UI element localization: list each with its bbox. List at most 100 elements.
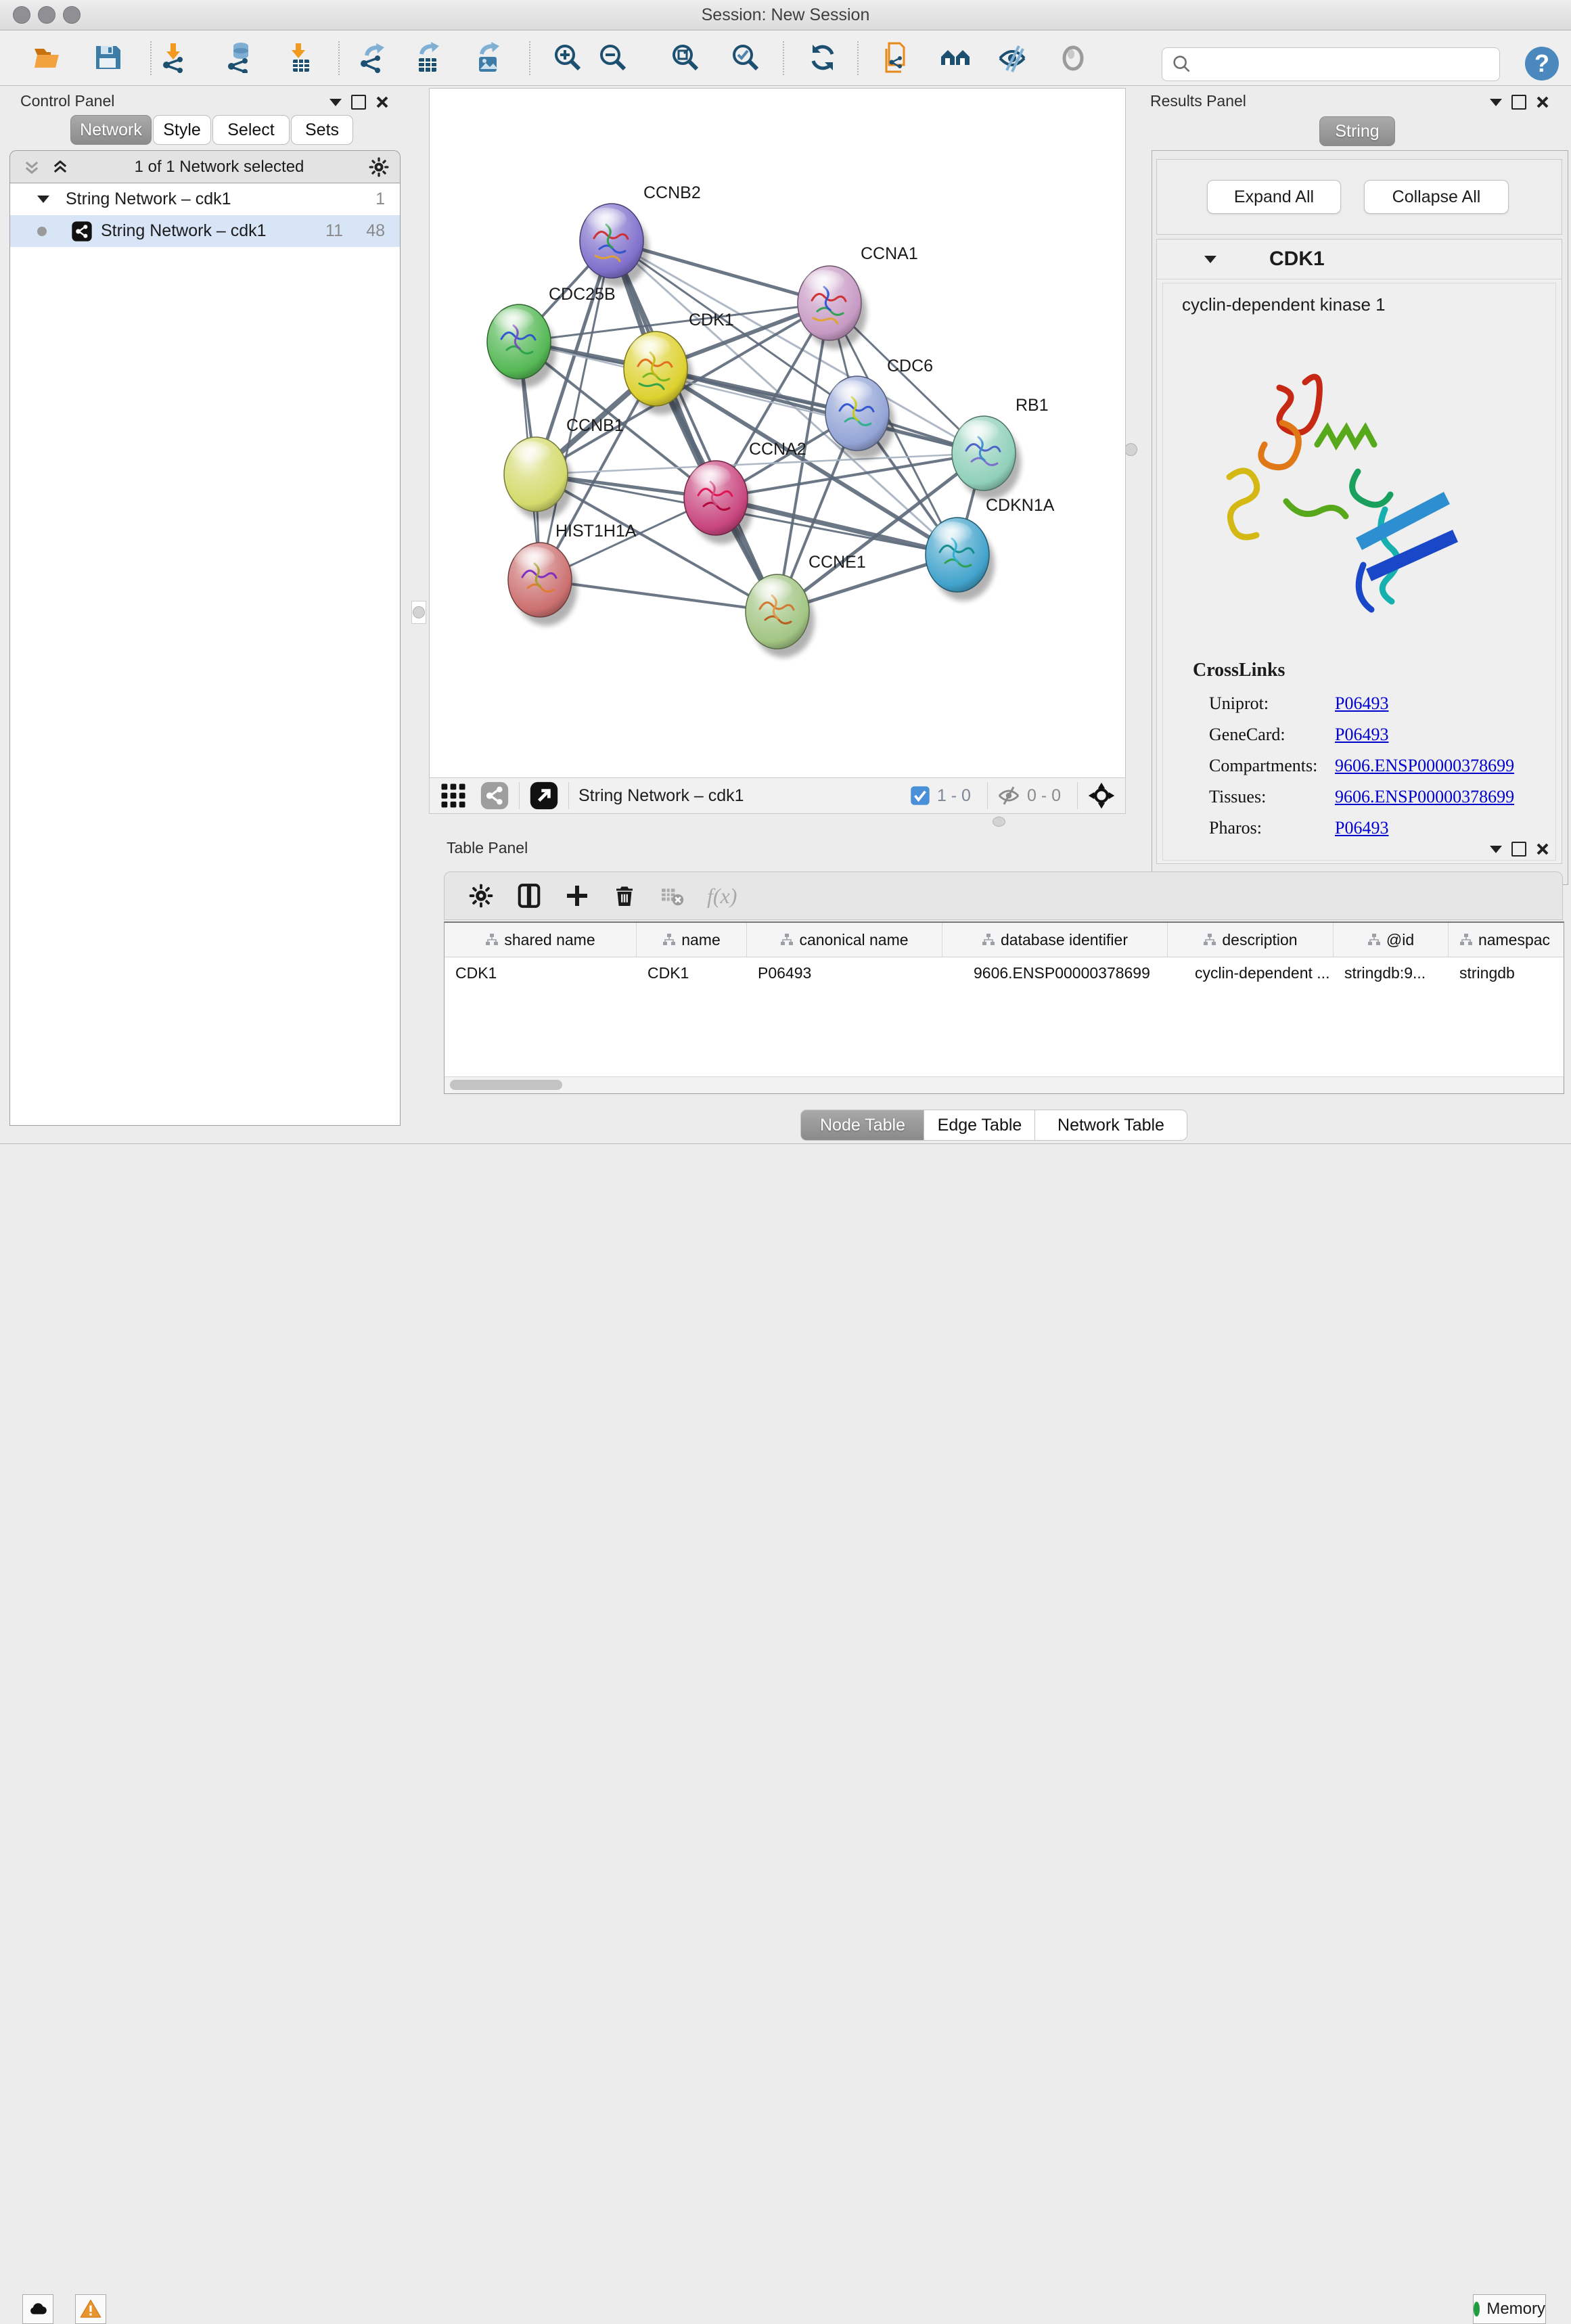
- column-header[interactable]: namespac: [1449, 923, 1561, 957]
- export-network-icon[interactable]: [354, 39, 392, 76]
- toolbar-separator: [857, 41, 859, 75]
- selected-checkbox-icon[interactable]: [910, 785, 930, 806]
- grid-view-icon[interactable]: [439, 781, 468, 810]
- splitter-left[interactable]: [411, 601, 426, 624]
- network-node-ccna1[interactable]: [798, 266, 867, 349]
- import-network-database-icon[interactable]: [221, 39, 259, 76]
- panel-menu-icon[interactable]: [1490, 99, 1502, 106]
- column-header[interactable]: canonical name: [747, 923, 942, 957]
- zoom-fit-icon[interactable]: [666, 39, 704, 76]
- zoom-selected-icon[interactable]: [727, 39, 765, 76]
- tab-select[interactable]: Select: [212, 115, 290, 145]
- new-network-from-selection-icon[interactable]: [879, 39, 917, 76]
- network-view-icon[interactable]: [480, 781, 509, 811]
- add-column-icon[interactable]: [565, 884, 589, 908]
- collapse-all-icon[interactable]: [22, 158, 41, 177]
- toolbar-separator: [783, 41, 784, 75]
- network-tree-child-row[interactable]: String Network – cdk1 11 48: [10, 215, 400, 247]
- column-type-icon: [1459, 933, 1473, 947]
- tab-network-table[interactable]: Network Table: [1034, 1110, 1187, 1141]
- save-session-icon[interactable]: [89, 39, 127, 76]
- delete-table-icon[interactable]: [660, 884, 684, 908]
- hidden-counts: 0 - 0: [1027, 786, 1061, 806]
- network-node-cdk1[interactable]: [624, 332, 693, 415]
- export-image-icon[interactable]: [469, 39, 507, 76]
- refresh-icon[interactable]: [804, 39, 842, 76]
- uniprot-link[interactable]: P06493: [1335, 693, 1388, 714]
- column-header[interactable]: name: [637, 923, 747, 957]
- select-columns-icon[interactable]: [516, 883, 542, 909]
- network-tree-root-row[interactable]: String Network – cdk1 1: [10, 183, 400, 215]
- detach-view-icon[interactable]: [529, 781, 559, 811]
- panel-menu-icon[interactable]: [329, 99, 342, 106]
- network-node-hist1h1a[interactable]: [508, 543, 577, 626]
- cloud-status-button[interactable]: [22, 2294, 53, 2324]
- panel-float-icon[interactable]: [1511, 95, 1526, 110]
- tree-expander-icon[interactable]: [37, 196, 49, 203]
- network-graph[interactable]: CCNB2CCNA1CDC25BCDK1CDC6RB1CCNB1CCNA2CDK…: [430, 89, 1125, 777]
- network-node-count: 11: [325, 221, 343, 241]
- network-node-ccnb2[interactable]: [580, 204, 649, 287]
- hide-selection-icon[interactable]: [994, 39, 1032, 76]
- column-header[interactable]: description: [1168, 923, 1334, 957]
- open-file-icon[interactable]: [28, 39, 66, 76]
- tab-string[interactable]: String: [1319, 116, 1395, 146]
- compartments-link[interactable]: 9606.ENSP00000378699: [1335, 756, 1514, 776]
- network-canvas[interactable]: CCNB2CCNA1CDC25BCDK1CDC6RB1CCNB1CCNA2CDK…: [429, 88, 1126, 778]
- table-panel: Table Panel f(x) shared name name canoni…: [433, 829, 1571, 1142]
- help-icon[interactable]: ?: [1525, 47, 1559, 81]
- protein-entry-body: cyclin-dependent kinase 1 CrossLinks Uni…: [1162, 283, 1556, 861]
- table-hscrollbar[interactable]: [445, 1076, 1564, 1093]
- panel-close-icon[interactable]: [1536, 842, 1549, 856]
- zoom-in-icon[interactable]: [549, 39, 587, 76]
- table-row[interactable]: CDK1 CDK1 P06493 9606.ENSP00000378699 cy…: [445, 957, 1564, 988]
- column-header[interactable]: @id: [1334, 923, 1449, 957]
- control-panel: Control Panel Network Style Select Sets …: [0, 85, 406, 1143]
- collapse-all-button[interactable]: Collapse All: [1364, 180, 1509, 214]
- crosslink-label: Compartments:: [1209, 756, 1317, 776]
- panel-close-icon[interactable]: [375, 95, 389, 109]
- zoom-out-icon[interactable]: [594, 39, 632, 76]
- expand-all-button[interactable]: Expand All: [1207, 180, 1341, 214]
- gear-icon[interactable]: [369, 157, 389, 177]
- protein-structure-image: [1204, 342, 1488, 633]
- splitter-bottom[interactable]: [993, 817, 1005, 827]
- panel-menu-icon[interactable]: [1490, 846, 1502, 853]
- network-node-rb1[interactable]: [952, 416, 1021, 499]
- expand-all-icon[interactable]: [51, 158, 70, 177]
- toolbar-search-input[interactable]: [1199, 50, 1499, 78]
- show-all-icon[interactable]: [1054, 39, 1092, 76]
- panel-float-icon[interactable]: [351, 95, 366, 110]
- hidden-eye-icon[interactable]: [997, 784, 1020, 807]
- column-header[interactable]: database identifier: [942, 923, 1168, 957]
- tab-sets[interactable]: Sets: [291, 115, 353, 145]
- genecard-link[interactable]: P06493: [1335, 725, 1388, 745]
- network-node-ccna2[interactable]: [684, 461, 753, 544]
- column-header[interactable]: shared name: [445, 923, 637, 957]
- scrollbar-thumb[interactable]: [450, 1080, 562, 1090]
- panel-close-icon[interactable]: [1536, 95, 1549, 109]
- network-edge[interactable]: [656, 369, 984, 453]
- entry-expander-icon[interactable]: [1204, 256, 1216, 263]
- warnings-button[interactable]: [75, 2294, 106, 2324]
- export-table-icon[interactable]: [409, 39, 447, 76]
- network-node-cdc25b[interactable]: [487, 304, 556, 388]
- network-node-cdc6[interactable]: [825, 376, 894, 459]
- import-network-file-icon[interactable]: [156, 39, 194, 76]
- network-node-cdkn1a[interactable]: [926, 518, 995, 601]
- delete-column-icon[interactable]: [612, 884, 637, 908]
- tab-network[interactable]: Network: [70, 115, 152, 145]
- tab-style[interactable]: Style: [153, 115, 211, 145]
- tissues-link[interactable]: 9606.ENSP00000378699: [1335, 787, 1514, 807]
- gear-icon[interactable]: [469, 884, 493, 908]
- birdseye-icon[interactable]: [1087, 781, 1116, 810]
- first-neighbors-icon[interactable]: [936, 39, 974, 76]
- function-builder-icon[interactable]: f(x): [707, 884, 737, 909]
- protein-entry-header[interactable]: CDK1: [1157, 240, 1562, 279]
- panel-float-icon[interactable]: [1511, 842, 1526, 857]
- tab-node-table[interactable]: Node Table: [800, 1110, 925, 1141]
- tab-edge-table[interactable]: Edge Table: [924, 1110, 1036, 1141]
- import-table-file-icon[interactable]: [281, 39, 319, 76]
- memory-button[interactable]: Memory: [1473, 2294, 1546, 2324]
- network-node-ccne1[interactable]: [746, 574, 815, 658]
